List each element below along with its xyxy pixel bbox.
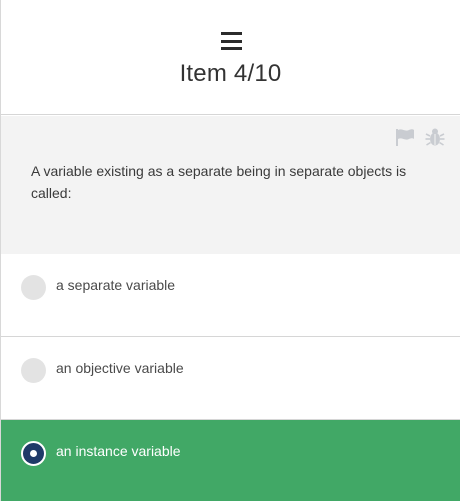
radio-button-selected[interactable] — [21, 441, 46, 466]
question-panel: A variable existing as a separate being … — [1, 116, 460, 254]
question-text: A variable existing as a separate being … — [31, 163, 407, 201]
answer-option-1[interactable]: a separate variable — [1, 254, 460, 337]
answer-option-3-selected[interactable]: an instance variable — [1, 420, 460, 501]
answer-option-label: an objective variable — [56, 360, 184, 376]
radio-button[interactable] — [21, 275, 46, 300]
quiz-page: Item 4/10 A variable existing as a separ… — [0, 0, 460, 501]
flag-icon[interactable] — [394, 126, 416, 148]
answer-option-2[interactable]: an objective variable — [1, 337, 460, 420]
bug-icon[interactable] — [424, 126, 446, 148]
answer-option-label: a separate variable — [56, 277, 176, 293]
item-counter-title: Item 4/10 — [179, 60, 282, 87]
quiz-header: Item 4/10 — [1, 0, 460, 115]
answer-option-label: an instance variable — [56, 443, 181, 459]
radio-button[interactable] — [21, 358, 46, 383]
hamburger-menu-icon[interactable] — [221, 32, 242, 50]
question-tools — [394, 126, 446, 148]
radio-selected-dot — [30, 450, 37, 457]
